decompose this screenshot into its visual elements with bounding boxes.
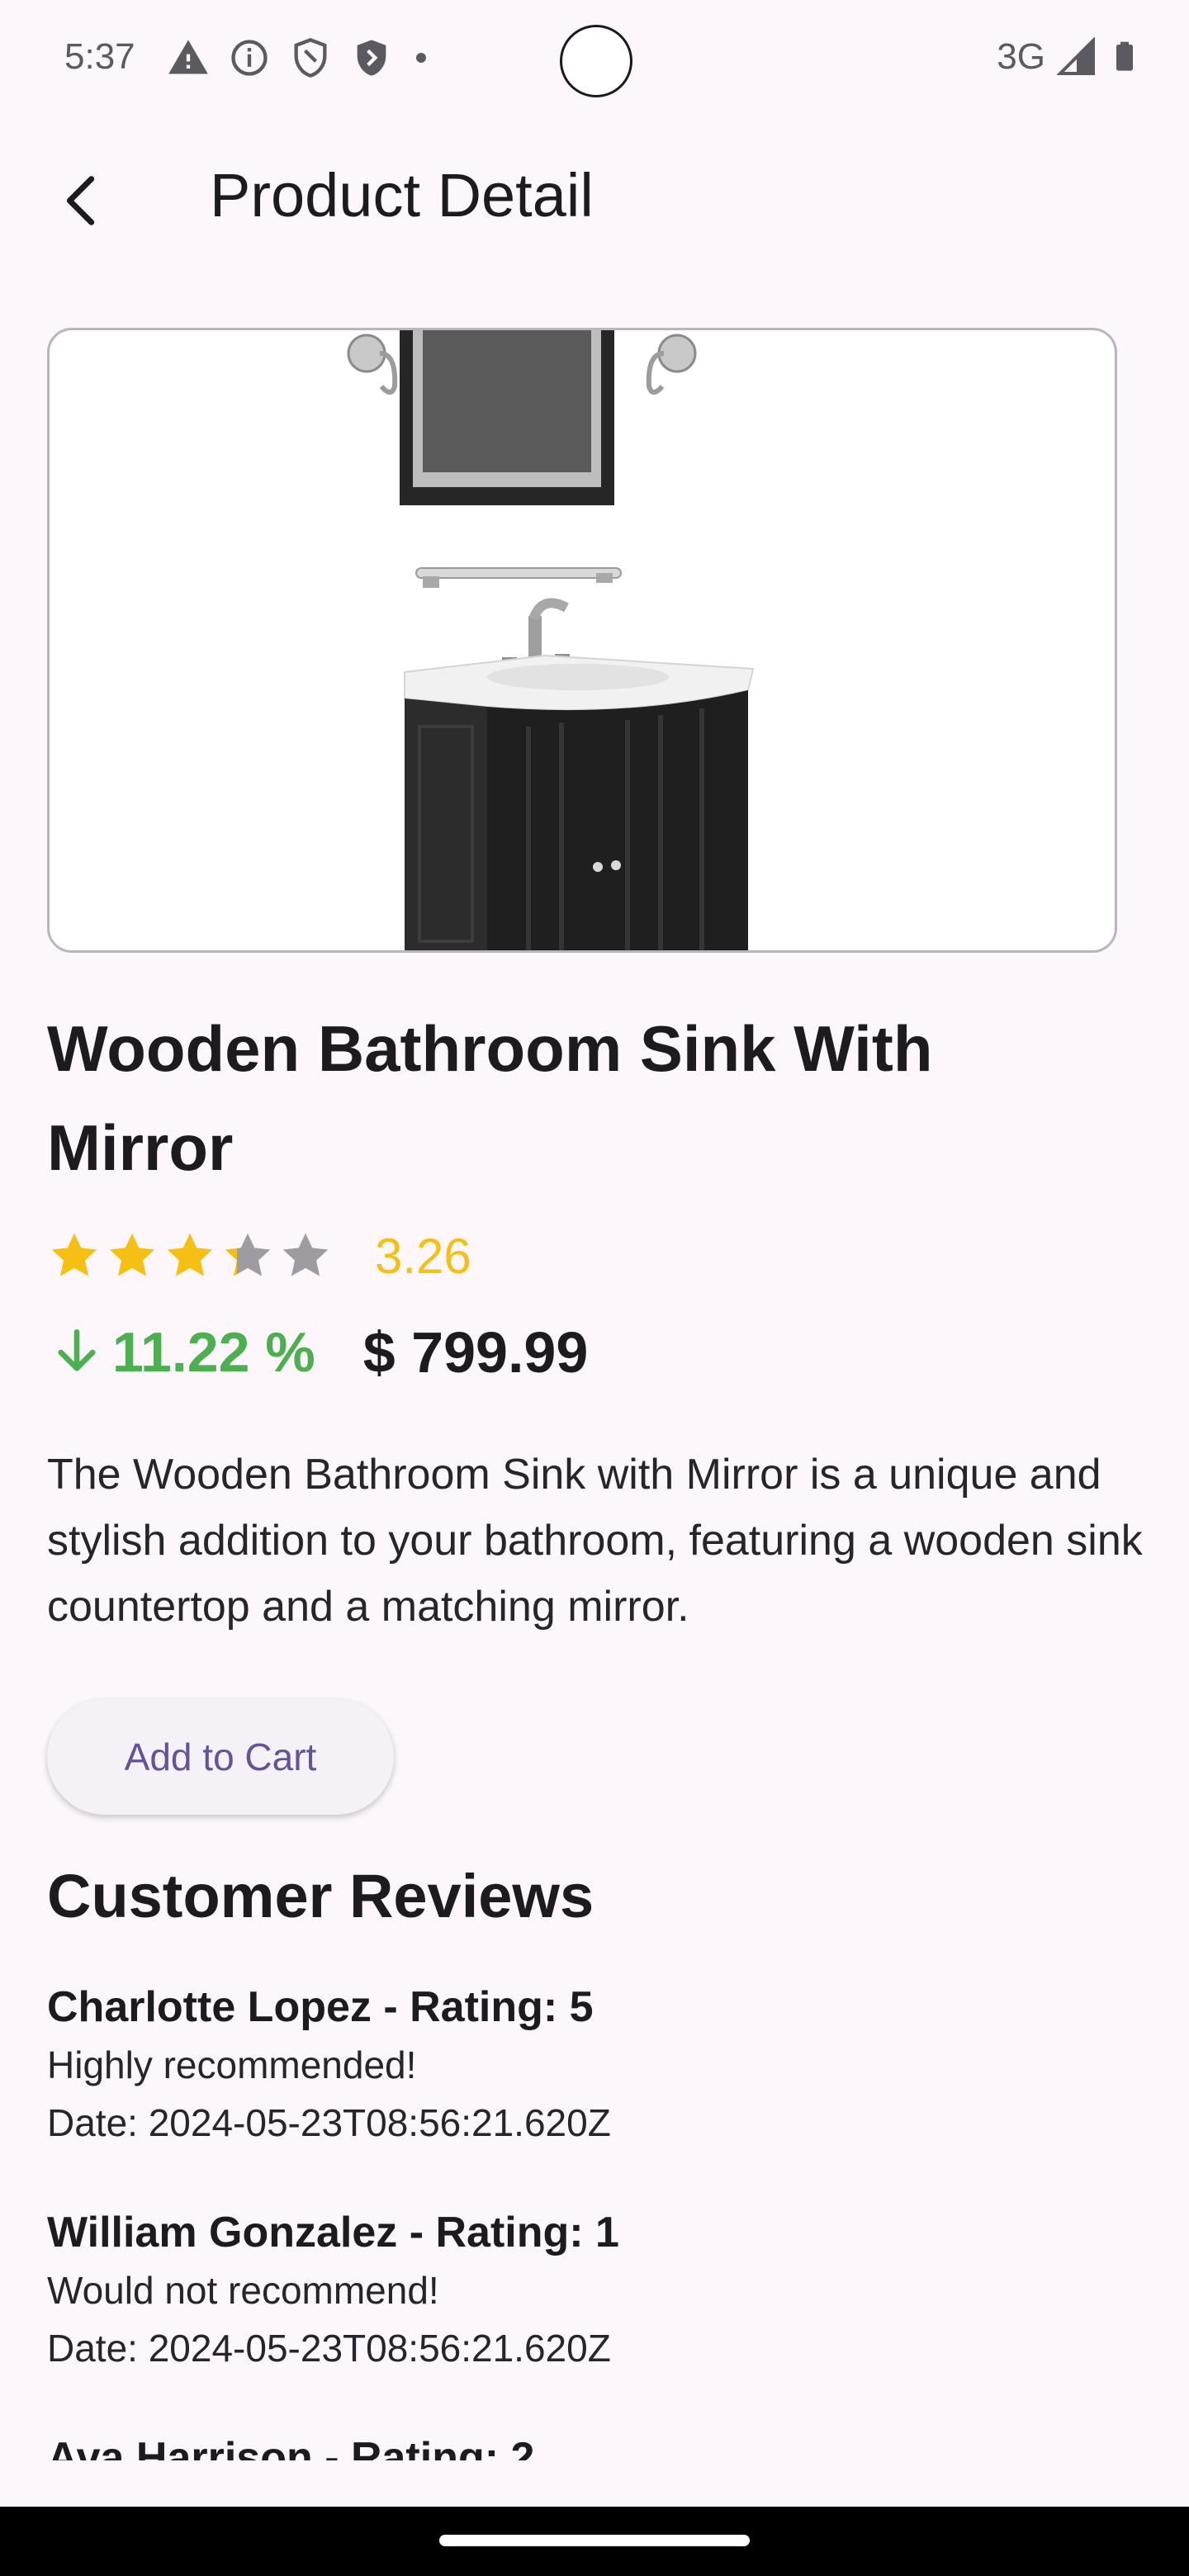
signal-icon <box>1057 37 1095 75</box>
star-icon <box>51 1233 97 1276</box>
star-icon <box>167 1233 213 1276</box>
price-row: 11.22 % $ 799.99 <box>50 1319 588 1385</box>
discount-percentage: 11.22 % <box>112 1321 315 1384</box>
product-description: The Wooden Bathroom Sink with Mirror is … <box>47 1451 1143 1631</box>
price: $ 799.99 <box>362 1320 589 1385</box>
add-to-cart-button[interactable]: Add to Cart <box>47 1699 394 1815</box>
review-header: Charlotte Lopez - Rating: 5 <box>47 1983 594 2031</box>
home-indicator[interactable] <box>439 2535 750 2546</box>
review-comment: Would not recommend! <box>47 2269 439 2312</box>
reviews-list[interactable]: Charlotte Lopez - Rating: 5 Highly recom… <box>47 1978 1120 2460</box>
product-title: Wooden Bathroom Sink With Mirror <box>47 1012 933 1184</box>
star-icon <box>109 1233 155 1276</box>
battery-icon <box>1116 41 1133 71</box>
rating-value: 3.26 <box>375 1228 471 1284</box>
review-header: William Gonzalez - Rating: 1 <box>47 2209 619 2256</box>
app-bar: Product Detail <box>0 139 1189 261</box>
info-icon <box>231 40 268 76</box>
camera-cutout <box>560 25 632 97</box>
status-icons-left <box>167 36 431 79</box>
review-header: Ava Harrison - Rating: 2 <box>47 2434 535 2460</box>
status-bar: 5:37 3G <box>0 0 1189 119</box>
page-title: Product Detail <box>210 161 594 230</box>
rating-row: 3.26 <box>48 1227 471 1285</box>
star-icon <box>225 1233 271 1276</box>
review-item: William Gonzalez - Rating: 1 Would not r… <box>47 2204 1120 2429</box>
back-button[interactable] <box>45 163 119 238</box>
review-date: Date: 2024-05-23T08:56:21.620Z <box>47 2327 611 2370</box>
arrow-down-icon <box>58 1328 96 1371</box>
network-type: 3G <box>997 36 1045 77</box>
review-comment: Highly recommended! <box>47 2043 417 2086</box>
shield-filled-icon <box>357 40 386 76</box>
status-time: 5:37 <box>64 36 135 77</box>
review-date: Date: 2024-05-23T08:56:21.620Z <box>47 2101 611 2144</box>
review-item: Charlotte Lopez - Rating: 5 Highly recom… <box>47 1978 1120 2204</box>
status-right: 3G <box>997 36 1141 78</box>
product-image <box>47 328 1117 953</box>
warning-icon <box>168 40 208 74</box>
bathroom-sink-image <box>347 330 755 950</box>
star-rating <box>48 1229 332 1282</box>
review-item: Ava Harrison - Rating: 2 <box>47 2429 1120 2460</box>
shield-outline-icon <box>294 38 327 78</box>
reviews-heading: Customer Reviews <box>47 1862 594 1930</box>
dot-icon <box>416 53 426 63</box>
star-icon <box>282 1233 329 1276</box>
arrow-back-icon <box>66 176 95 225</box>
